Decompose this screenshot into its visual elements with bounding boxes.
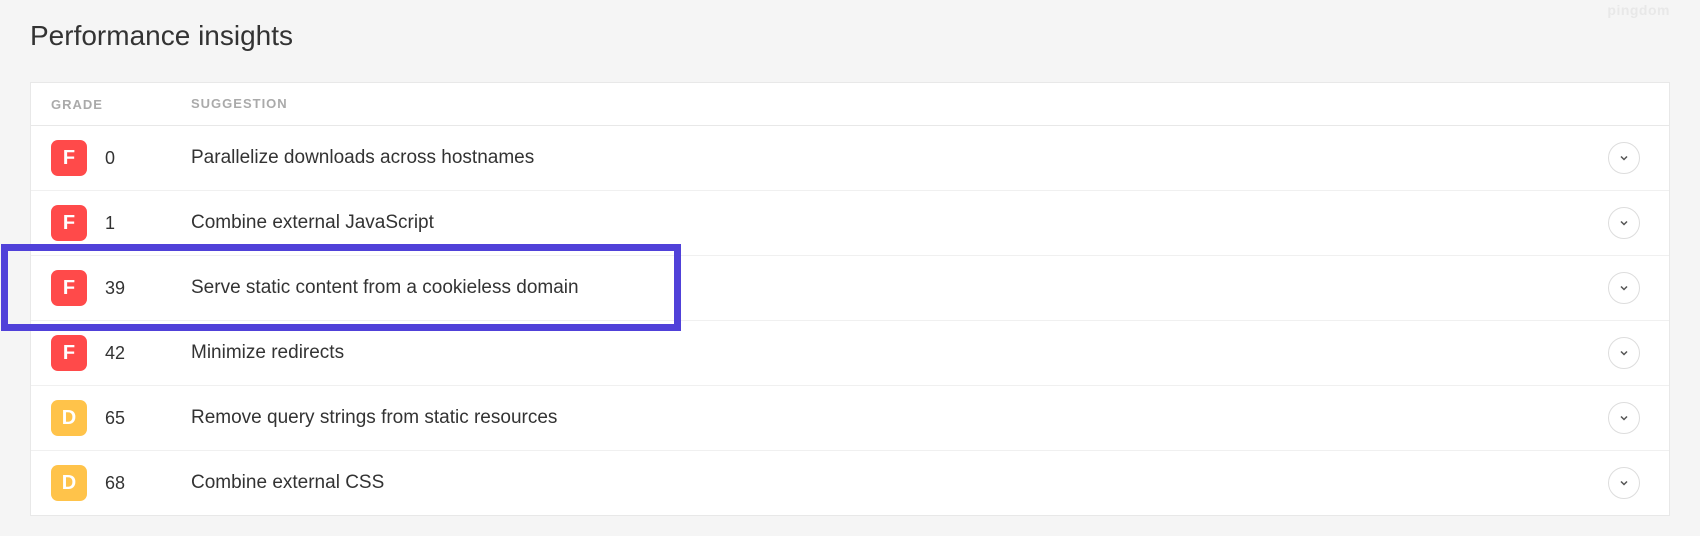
suggestion-text: Minimize redirects xyxy=(191,342,344,363)
expand-button[interactable] xyxy=(1608,272,1640,304)
performance-insights-panel: Performance insights GRADE SUGGESTION F0… xyxy=(0,0,1700,536)
grade-badge: F xyxy=(51,140,87,176)
grade-score: 42 xyxy=(105,343,125,364)
chevron-down-icon xyxy=(1618,412,1630,424)
suggestion-text: Combine external JavaScript xyxy=(191,212,434,233)
header-grade: GRADE xyxy=(51,97,103,112)
expand-button[interactable] xyxy=(1608,337,1640,369)
grade-badge: D xyxy=(51,400,87,436)
chevron-down-icon xyxy=(1618,477,1630,489)
suggestion-text: Combine external CSS xyxy=(191,472,384,493)
grade-score: 39 xyxy=(105,278,125,299)
chevron-down-icon xyxy=(1618,152,1630,164)
grade-badge: D xyxy=(51,465,87,501)
suggestion-text: Remove query strings from static resourc… xyxy=(191,407,557,428)
table-row[interactable]: F1 Combine external JavaScript xyxy=(31,191,1669,256)
header-suggestion: SUGGESTION xyxy=(191,96,288,111)
expand-button[interactable] xyxy=(1608,467,1640,499)
page-title: Performance insights xyxy=(30,20,1670,52)
table-row[interactable]: D 65 Remove query strings from static reso… xyxy=(31,386,1669,451)
table-header: GRADE SUGGESTION xyxy=(31,83,1669,126)
table-row[interactable]: D 68 Combine external CSS xyxy=(31,451,1669,515)
chevron-down-icon xyxy=(1618,217,1630,229)
grade-badge: F xyxy=(51,205,87,241)
watermark: pingdom xyxy=(1607,2,1670,18)
grade-score: 68 xyxy=(105,473,125,494)
table-row[interactable]: F 39 Serve static content from a cookieles… xyxy=(31,256,1669,321)
chevron-down-icon xyxy=(1618,347,1630,359)
suggestion-text: Parallelize downloads across hostnames xyxy=(191,147,534,168)
table-row[interactable]: F 42 Minimize redirects xyxy=(31,321,1669,386)
expand-button[interactable] xyxy=(1608,207,1640,239)
grade-score: 65 xyxy=(105,408,125,429)
expand-button[interactable] xyxy=(1608,142,1640,174)
grade-badge: F xyxy=(51,270,87,306)
grade-score: 1 xyxy=(105,213,115,234)
grade-badge: F xyxy=(51,335,87,371)
insights-table: GRADE SUGGESTION F0Parallelize downloads… xyxy=(30,82,1670,516)
expand-button[interactable] xyxy=(1608,402,1640,434)
table-row[interactable]: F0 Parallelize downloads across hostnames xyxy=(31,126,1669,191)
chevron-down-icon xyxy=(1618,282,1630,294)
suggestion-text: Serve static content from a cookieless d… xyxy=(191,277,579,298)
grade-score: 0 xyxy=(105,148,115,169)
